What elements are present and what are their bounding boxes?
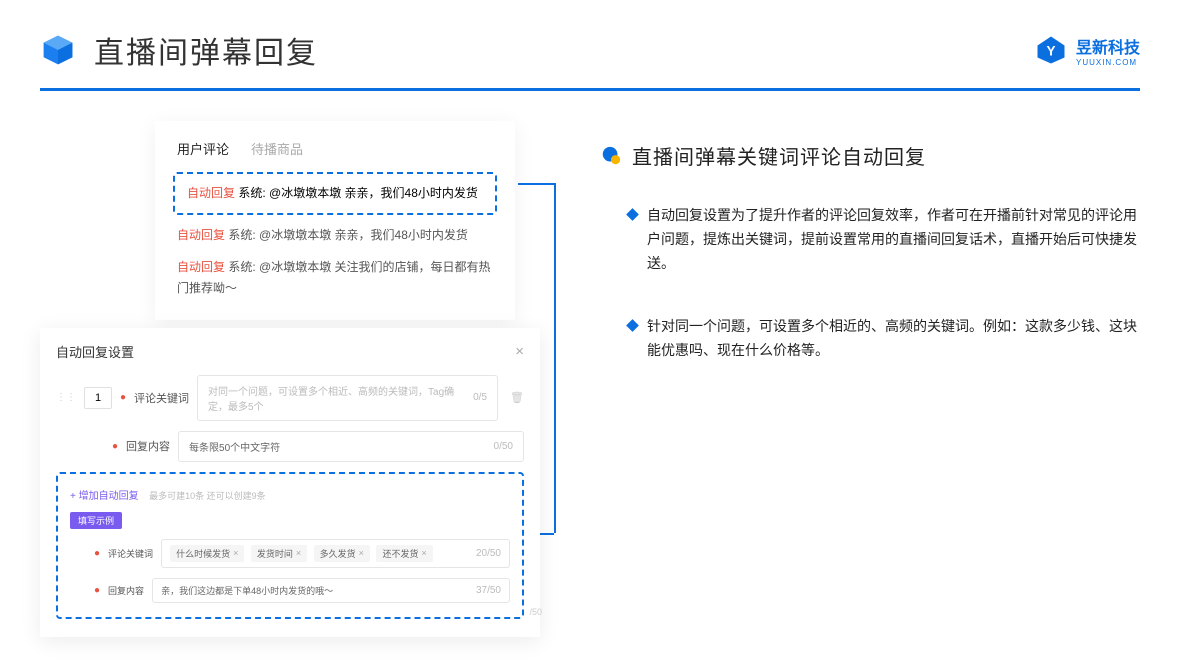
- tag-chip[interactable]: 还不发货×: [376, 545, 432, 562]
- diamond-icon: [626, 208, 639, 221]
- brand-name: 昱新科技: [1076, 40, 1140, 57]
- diamond-icon: [626, 320, 639, 333]
- required-dot: ●: [120, 392, 126, 403]
- ex-content-input[interactable]: 亲，我们这边都是下单48小时内发货的哦～ 37/50: [152, 578, 510, 603]
- brand-url: YUUXIN.COM: [1076, 58, 1140, 67]
- example-section: + 增加自动回复 最多可建10条 还可以创建9条 填写示例 ● 评论关键词 什么…: [56, 472, 524, 619]
- keyword-counter: 0/5: [473, 392, 487, 403]
- comment-text: 系统: @冰墩墩本墩 关注我们的店铺，每日都有热门推荐呦～: [177, 260, 491, 296]
- comment-text: 系统: @冰墩墩本墩 亲亲，我们48小时内发货: [238, 186, 478, 200]
- comment-text: 系统: @冰墩墩本墩 亲亲，我们48小时内发货: [228, 228, 468, 242]
- auto-reply-tag: 自动回复: [187, 186, 235, 200]
- tab-pending-products[interactable]: 待播商品: [251, 139, 303, 158]
- header-divider: [40, 88, 1140, 91]
- required-dot: ●: [112, 441, 118, 452]
- ex-content-value: 亲，我们这边都是下单48小时内发货的哦～: [161, 584, 333, 597]
- auto-reply-tag: 自动回复: [177, 228, 225, 242]
- content-counter: 0/50: [494, 441, 513, 452]
- ex-content-counter: 37/50: [476, 585, 501, 596]
- content-label: 回复内容: [126, 438, 170, 454]
- settings-title: 自动回复设置: [56, 342, 134, 361]
- add-auto-reply-link[interactable]: + 增加自动回复: [70, 491, 139, 502]
- bubble-icon: [600, 145, 622, 167]
- ex-kw-counter: 20/50: [476, 548, 501, 559]
- tag-chip[interactable]: 发货时间×: [251, 545, 307, 562]
- content-input[interactable]: 每条限50个中文字符 0/50: [178, 431, 524, 462]
- delete-icon[interactable]: 🗑: [510, 391, 524, 404]
- page-title: 直播间弹幕回复: [94, 28, 318, 72]
- add-hint: 最多可建10条 还可以创建9条: [149, 491, 266, 501]
- auto-reply-settings-panel: 自动回复设置 × ⋮⋮ 1 ● 评论关键词 对同一个问题，可设置多个相近、高频的…: [40, 328, 540, 637]
- tag-list: 什么时候发货× 发货时间× 多久发货× 还不发货×: [170, 545, 437, 562]
- section-title: 直播间弹幕关键词评论自动回复: [632, 141, 926, 170]
- tag-chip[interactable]: 多久发货×: [314, 545, 370, 562]
- close-icon[interactable]: ×: [515, 343, 524, 360]
- keyword-label: 评论关键词: [134, 390, 189, 406]
- placeholder-text: 对同一个问题，可设置多个相近、高频的关键词，Tag确定，最多5个: [208, 383, 473, 413]
- comment-row: 自动回复 系统: @冰墩墩本墩 亲亲，我们48小时内发货: [173, 225, 497, 247]
- bullet-item: 针对同一个问题，可设置多个相近的、高频的关键词。例如：这款多少钱、这块能优惠吗、…: [600, 315, 1140, 363]
- bullet-item: 自动回复设置为了提升作者的评论回复效率，作者可在开播前针对常见的评论用户问题，提…: [600, 204, 1140, 275]
- comment-row: 自动回复 系统: @冰墩墩本墩 关注我们的店铺，每日都有热门推荐呦～: [173, 257, 497, 300]
- tag-chip[interactable]: 什么时候发货×: [170, 545, 244, 562]
- bullet-text: 针对同一个问题，可设置多个相近的、高频的关键词。例如：这款多少钱、这块能优惠吗、…: [647, 315, 1140, 363]
- drag-handle-icon[interactable]: ⋮⋮: [56, 392, 76, 403]
- cube-icon: [40, 32, 76, 68]
- auto-reply-tag: 自动回复: [177, 260, 225, 274]
- svg-text:Y: Y: [1046, 43, 1055, 58]
- outer-counter: /50: [529, 607, 542, 617]
- highlighted-comment: 自动回复 系统: @冰墩墩本墩 亲亲，我们48小时内发货: [173, 172, 497, 215]
- comments-panel: 用户评论 待播商品 自动回复 系统: @冰墩墩本墩 亲亲，我们48小时内发货 自…: [155, 121, 515, 320]
- brand-logo-icon: Y: [1036, 35, 1066, 65]
- bullet-text: 自动回复设置为了提升作者的评论回复效率，作者可在开播前针对常见的评论用户问题，提…: [647, 204, 1140, 275]
- ex-keyword-input[interactable]: 什么时候发货× 发货时间× 多久发货× 还不发货× 20/50: [161, 539, 510, 568]
- connector-line: [518, 183, 554, 185]
- keyword-input[interactable]: 对同一个问题，可设置多个相近、高频的关键词，Tag确定，最多5个 0/5: [197, 375, 498, 421]
- content-value: 每条限50个中文字符: [189, 439, 280, 454]
- connector-line: [554, 183, 556, 533]
- tab-user-comments[interactable]: 用户评论: [177, 139, 229, 158]
- example-badge: 填写示例: [70, 512, 122, 529]
- index-number: 1: [84, 387, 112, 409]
- required-dot: ●: [94, 585, 100, 596]
- ex-content-label: 回复内容: [108, 584, 144, 597]
- required-dot: ●: [94, 548, 100, 559]
- ex-keyword-label: 评论关键词: [108, 547, 153, 560]
